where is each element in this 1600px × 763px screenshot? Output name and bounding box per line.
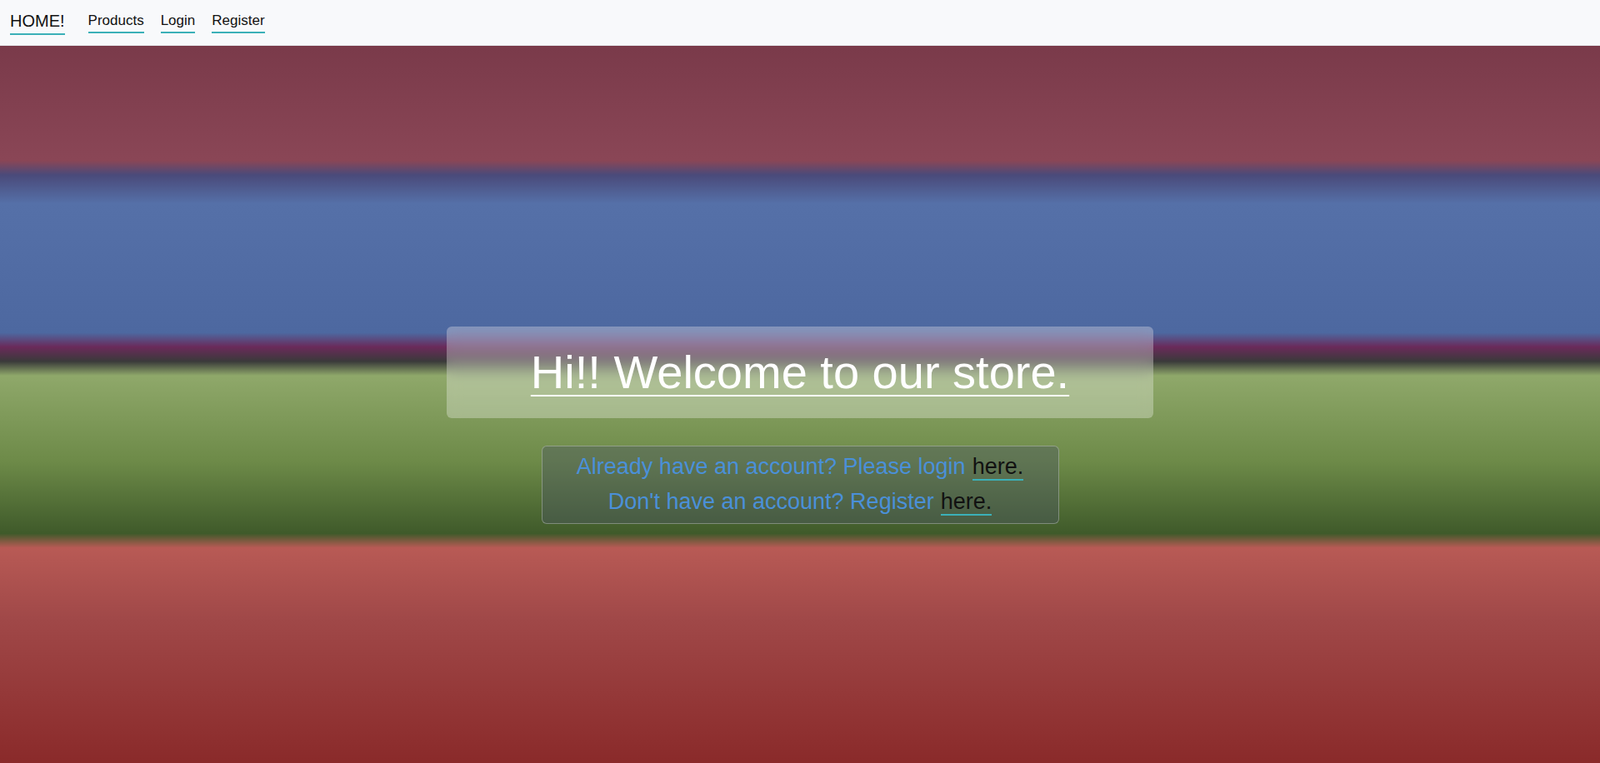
here-link[interactable]: here. xyxy=(940,489,993,516)
account-line: Already have an account? Please loginher… xyxy=(576,453,1024,482)
brand-link[interactable]: HOME! xyxy=(10,10,65,35)
hero: Hi!! Welcome to our store. Already have a… xyxy=(0,45,1600,763)
page: HOME! Products Login Register Hi!! Welcome t… xyxy=(0,0,1600,763)
account-box: Already have an account? Please loginher… xyxy=(541,445,1060,525)
welcome-title: Hi!! Welcome to our store. xyxy=(530,343,1070,402)
welcome-box: Hi!! Welcome to our store. xyxy=(446,326,1154,419)
account-line: Don't have an account? Registerhere. xyxy=(608,488,992,517)
nav-link[interactable]: Login xyxy=(160,11,196,33)
nav-link[interactable]: Products xyxy=(88,11,145,33)
nav-link[interactable]: Register xyxy=(211,11,265,33)
navbar: HOME! Products Login Register xyxy=(0,0,1600,46)
here-link[interactable]: here. xyxy=(972,454,1025,481)
